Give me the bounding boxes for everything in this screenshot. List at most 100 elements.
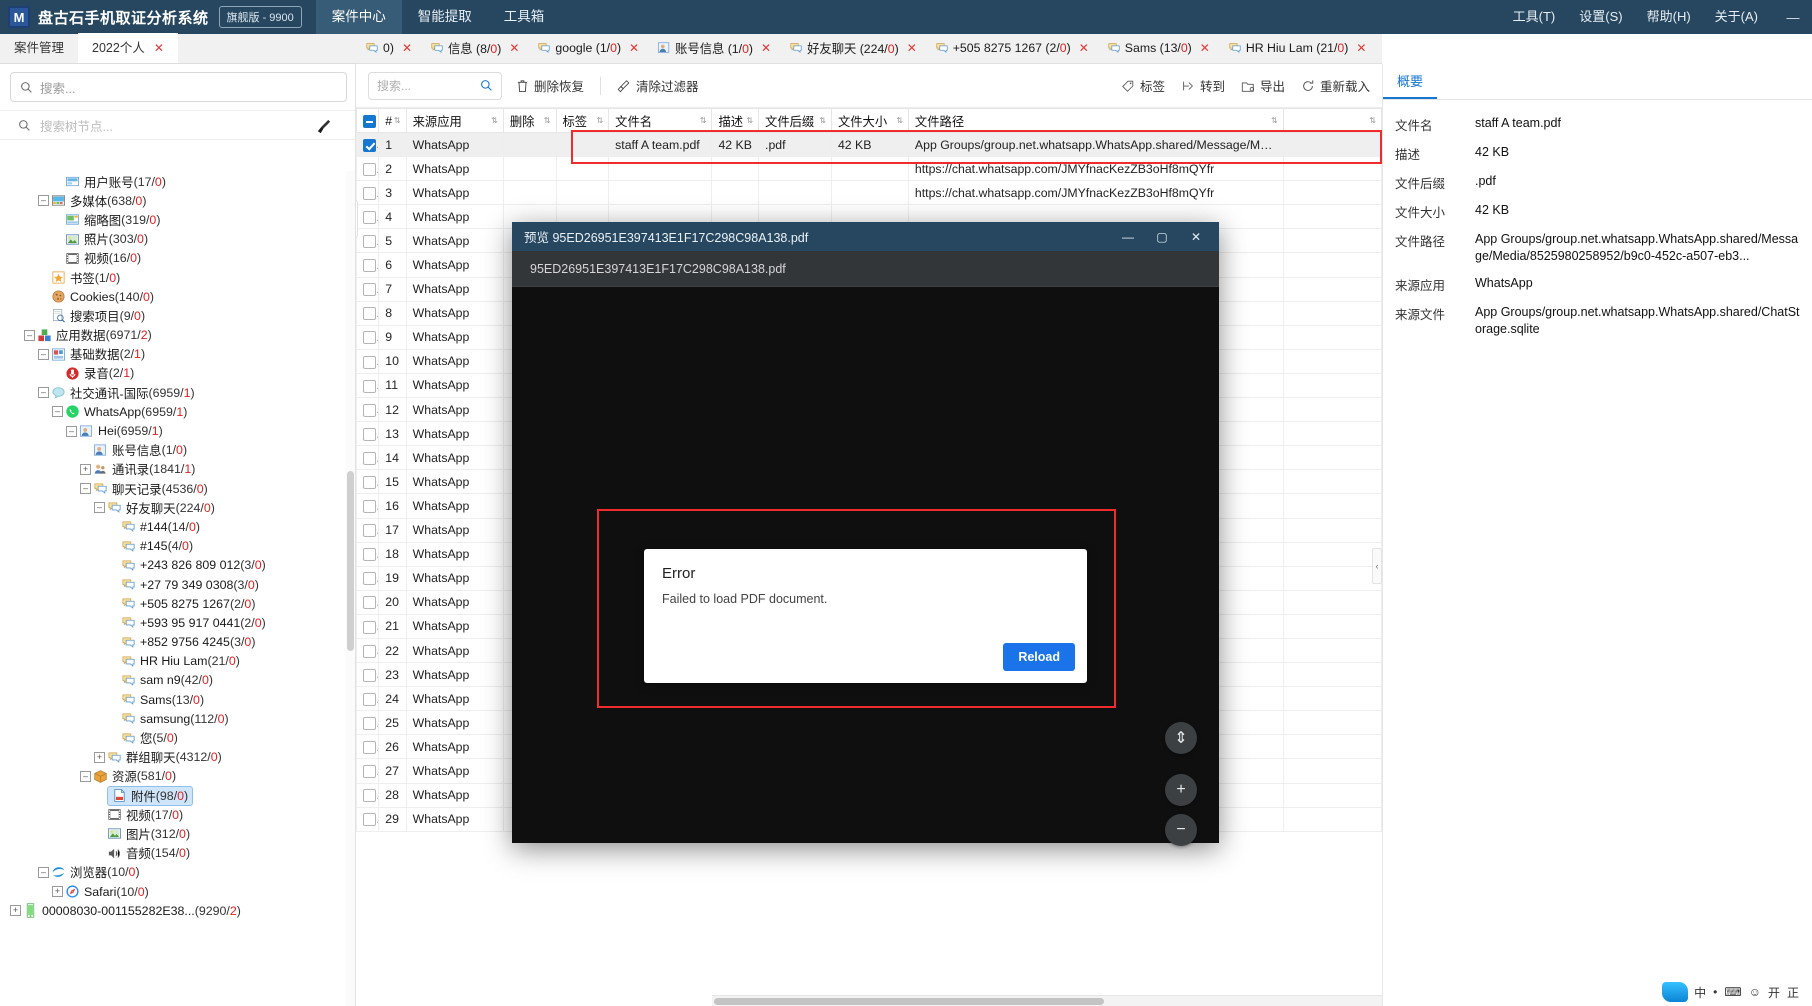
column-header-path[interactable]: 文件路径 ⇅ <box>907 108 1284 133</box>
goto-button[interactable]: 转到 <box>1181 76 1225 95</box>
column-resize-handle[interactable]: ↓ ↑ <box>356 200 358 238</box>
collapse-icon[interactable]: – <box>38 348 49 360</box>
tree-node-33[interactable]: 视频 (17/0) <box>0 805 356 824</box>
content-tab-0[interactable]: 0) ✕ <box>356 34 421 63</box>
collapse-icon[interactable]: – <box>80 770 91 782</box>
zoom-out-icon[interactable]: − <box>1165 814 1197 846</box>
sort-icon[interactable]: ⇅ <box>1369 116 1376 125</box>
search-input[interactable]: 搜索... <box>10 72 347 102</box>
column-header-name[interactable]: 文件名 ⇅ <box>608 108 713 133</box>
close-icon[interactable]: ✕ <box>1079 41 1089 55</box>
ime-open-icon[interactable]: 开 <box>1768 984 1780 1001</box>
column-header-check[interactable] <box>356 108 380 133</box>
column-header-extra[interactable]: ⇅ <box>1282 108 1382 133</box>
row-checkbox[interactable] <box>363 789 376 803</box>
row-checkbox[interactable] <box>363 596 376 610</box>
tree-node-26[interactable]: sam n9 (42/0) <box>0 671 356 690</box>
content-tab-8[interactable]: 照片 (303/0)✕ <box>1375 34 1382 63</box>
content-tab-1[interactable]: 信息 (8/0) ✕ <box>421 34 528 63</box>
sort-icon[interactable]: ⇅ <box>896 116 903 125</box>
tree-node-34[interactable]: 图片 (312/0) <box>0 824 356 843</box>
tree-node-2[interactable]: 缩略图 (319/0) <box>0 210 356 229</box>
row-checkbox[interactable] <box>363 813 376 827</box>
expand-icon[interactable]: + <box>10 905 21 917</box>
tree-node-27[interactable]: Sams (13/0) <box>0 690 356 709</box>
panel-collapse-handle[interactable]: ‹ <box>1372 548 1382 584</box>
tree-node-37[interactable]: + Safari (10/0) <box>0 882 356 901</box>
fit-page-icon[interactable]: ⇕ <box>1165 722 1197 754</box>
row-checkbox[interactable] <box>363 235 376 249</box>
row-checkbox[interactable] <box>363 427 376 441</box>
close-icon[interactable]: ✕ <box>154 33 164 63</box>
tree-node-32[interactable]: 附件 (98/0) <box>0 785 356 806</box>
minimize-icon[interactable]: — <box>1780 0 1806 34</box>
scrollbar-thumb[interactable] <box>714 998 1104 1005</box>
tree-node-17[interactable]: – 好友聊天 (224/0) <box>0 498 356 517</box>
case-tab-management[interactable]: 案件管理 <box>0 33 78 63</box>
row-checkbox[interactable] <box>363 331 376 345</box>
export-button[interactable]: 导出 <box>1241 76 1285 95</box>
row-checkbox[interactable] <box>363 548 376 562</box>
row-checkbox[interactable] <box>363 283 376 297</box>
collapse-icon[interactable]: – <box>52 406 63 418</box>
menu-about[interactable]: 关于(A) <box>1703 0 1770 34</box>
collapse-icon[interactable]: – <box>38 866 49 878</box>
collapse-icon[interactable]: – <box>94 502 105 514</box>
close-icon[interactable]: ✕ <box>509 41 519 55</box>
table-search-input[interactable]: 搜索... <box>368 71 502 100</box>
nav-item-case-center[interactable]: 案件中心 <box>315 0 402 34</box>
collapse-icon[interactable]: – <box>66 425 77 437</box>
tree-node-31[interactable]: – 资源 (581/0) <box>0 767 356 786</box>
tree-node-28[interactable]: samsung (112/0) <box>0 709 356 728</box>
row-checkbox[interactable] <box>363 741 376 755</box>
collapse-icon[interactable]: – <box>38 195 49 207</box>
minimize-icon[interactable]: — <box>1111 222 1145 251</box>
tree-node-24[interactable]: +852 9756 4245 (3/0) <box>0 633 356 652</box>
ime-correct-icon[interactable]: 正 <box>1787 984 1799 1001</box>
zoom-in-icon[interactable]: + <box>1165 774 1197 806</box>
content-tab-3[interactable]: 账号信息 (1/0) ✕ <box>648 34 780 63</box>
broom-icon[interactable] <box>313 115 335 137</box>
row-checkbox[interactable] <box>363 692 376 706</box>
sort-icon[interactable]: ⇅ <box>819 116 826 125</box>
tree-node-23[interactable]: +593 95 917 0441 (2/0) <box>0 613 356 632</box>
content-tab-5[interactable]: +505 8275 1267 (2/0) ✕ <box>926 34 1098 63</box>
collapse-icon[interactable]: – <box>80 483 91 495</box>
table-row[interactable]: 2 WhatsApp https://chat.whatsapp.com/JMYfn… <box>356 156 1382 182</box>
row-checkbox[interactable] <box>363 379 376 393</box>
close-icon[interactable]: ✕ <box>761 41 771 55</box>
row-checkbox[interactable] <box>363 524 376 538</box>
row-checkbox[interactable] <box>363 500 376 514</box>
ime-emoji-icon[interactable]: ☺ <box>1749 985 1761 999</box>
expand-icon[interactable]: + <box>94 751 105 763</box>
row-checkbox[interactable] <box>363 644 376 658</box>
content-tab-7[interactable]: HR Hiu Lam (21/0) ✕ <box>1219 34 1376 63</box>
table-row[interactable]: 3 WhatsApp https://chat.whatsapp.com/JMYfn… <box>356 180 1382 206</box>
tree-node-3[interactable]: 照片 (303/0) <box>0 230 356 249</box>
row-checkbox[interactable] <box>363 355 376 369</box>
tree-node-38[interactable]: +00008030-001155282E38... (9290/2) <box>0 901 356 920</box>
close-icon[interactable]: ✕ <box>1179 222 1213 251</box>
close-icon[interactable]: ✕ <box>402 41 412 55</box>
ime-toolbar[interactable]: 中 • ⌨ ☺ 开 正 <box>1662 982 1806 1002</box>
ime-keyboard-icon[interactable]: ⌨ <box>1724 985 1741 999</box>
close-icon[interactable]: ✕ <box>1356 41 1366 55</box>
clear-filter-button[interactable]: 清除过滤器 <box>617 76 699 95</box>
tree-node-8[interactable]: – 应用数据 (6971/2) <box>0 326 356 345</box>
table-row[interactable]: 1 WhatsApp staff A team.pdf 42 KB .pdf 42 KB A… <box>356 131 1382 158</box>
select-all-checkbox[interactable] <box>363 114 376 128</box>
tree-node-4[interactable]: 视频 (16/0) <box>0 249 356 268</box>
tree-node-12[interactable]: – WhatsApp (6959/1) <box>0 402 356 421</box>
sort-icon[interactable]: ⇅ <box>596 116 603 125</box>
tree-node-0[interactable]: 用户账号 (17/0) <box>0 172 356 191</box>
tree-node-1[interactable]: – 多媒体 (638/0) <box>0 191 356 210</box>
tree-node-20[interactable]: +243 826 809 012 (3/0) <box>0 556 356 575</box>
tree-node-22[interactable]: +505 8275 1267 (2/0) <box>0 594 356 613</box>
row-checkbox[interactable] <box>363 162 376 176</box>
content-tab-2[interactable]: google (1/0) ✕ <box>528 34 648 63</box>
tree-node-29[interactable]: 您 (5/0) <box>0 728 356 747</box>
reload-button[interactable]: 重新载入 <box>1301 76 1370 95</box>
maximize-icon[interactable]: ▢ <box>1145 222 1179 251</box>
sort-icon[interactable]: ⇅ <box>491 116 498 125</box>
row-checkbox[interactable] <box>363 259 376 273</box>
